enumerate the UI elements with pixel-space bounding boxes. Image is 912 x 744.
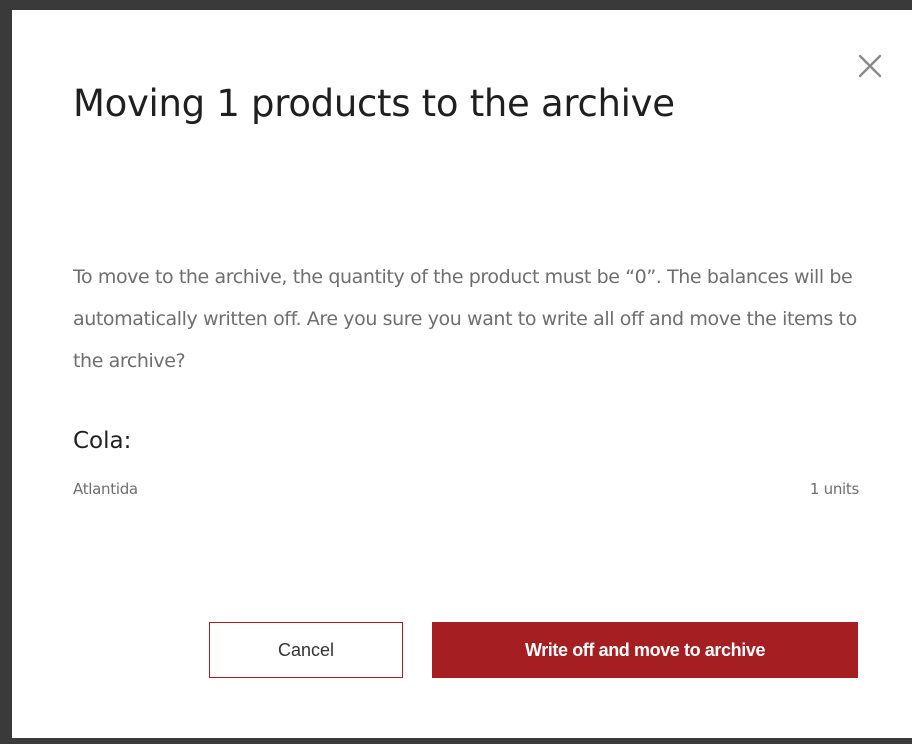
stock-row: Atlantida 1 units — [73, 480, 859, 498]
close-icon — [858, 54, 882, 78]
dialog-message: To move to the archive, the quantity of … — [73, 266, 857, 372]
stock-quantity: 1 units — [809, 480, 859, 498]
close-button[interactable] — [854, 50, 886, 82]
cancel-button[interactable]: Cancel — [209, 622, 403, 678]
archive-dialog: Moving 1 products to the archive To move… — [12, 10, 912, 738]
stock-location: Atlantida — [73, 480, 138, 498]
modal-backdrop: Moving 1 products to the archive To move… — [0, 0, 912, 744]
write-off-and-archive-button[interactable]: Write off and move to archive — [432, 622, 858, 678]
product-name: Cola: — [73, 428, 132, 454]
dialog-title: Moving 1 products to the archive — [73, 82, 675, 125]
